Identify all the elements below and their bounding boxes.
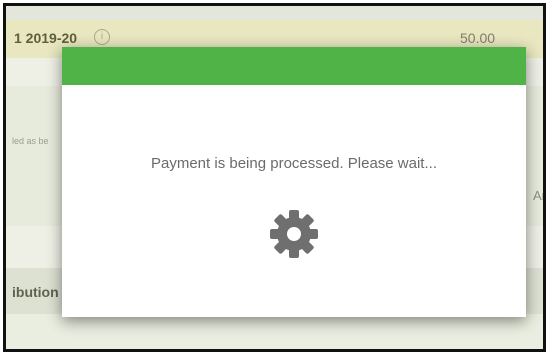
processing-message: Payment is being processed. Please wait.… bbox=[151, 155, 437, 172]
background-row bbox=[6, 314, 543, 349]
payment-processing-modal: Payment is being processed. Please wait.… bbox=[62, 47, 526, 317]
background-truncated-text: led as be bbox=[12, 136, 49, 146]
gear-icon-svg bbox=[270, 210, 318, 258]
fee-year-label: 1 2019-20 bbox=[14, 30, 78, 46]
modal-header-bar bbox=[62, 47, 526, 85]
fee-amount: 50.00 bbox=[460, 30, 496, 46]
screenshot-frame: 1 2019-20 i 50.00 led as be Am ibution P… bbox=[3, 3, 546, 352]
background-section-label: ibution bbox=[12, 284, 59, 300]
background-amount-label: Am bbox=[533, 188, 543, 203]
info-icon[interactable]: i bbox=[94, 29, 110, 45]
gear-icon bbox=[268, 208, 320, 260]
